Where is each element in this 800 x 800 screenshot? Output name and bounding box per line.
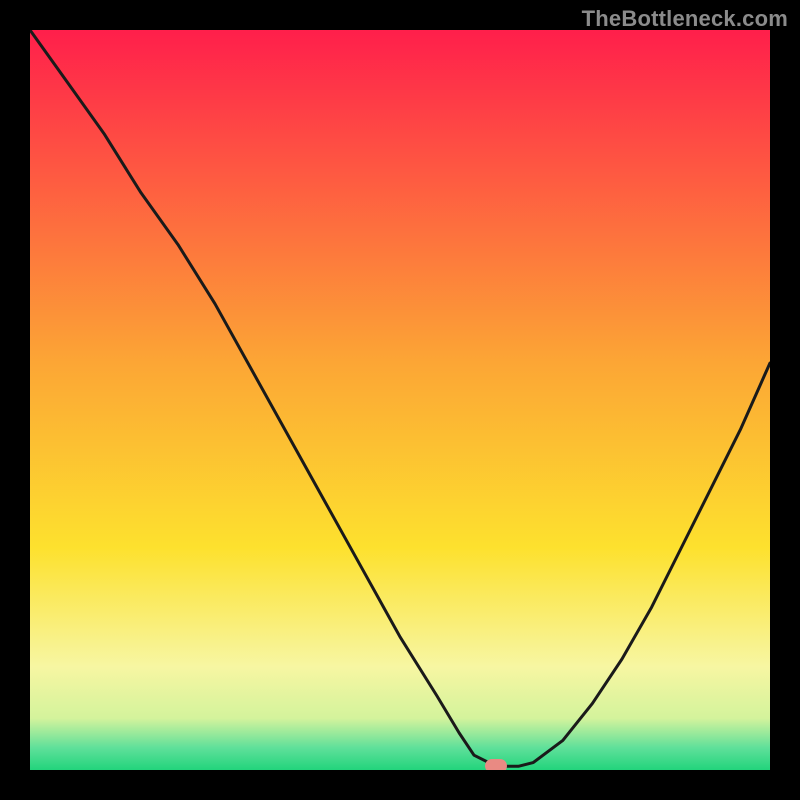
optimal-point-marker bbox=[485, 759, 507, 770]
bottleneck-curve bbox=[30, 30, 770, 766]
watermark-text: TheBottleneck.com bbox=[582, 6, 788, 32]
plot-area bbox=[30, 30, 770, 770]
curve-layer bbox=[30, 30, 770, 770]
chart-frame: TheBottleneck.com bbox=[0, 0, 800, 800]
